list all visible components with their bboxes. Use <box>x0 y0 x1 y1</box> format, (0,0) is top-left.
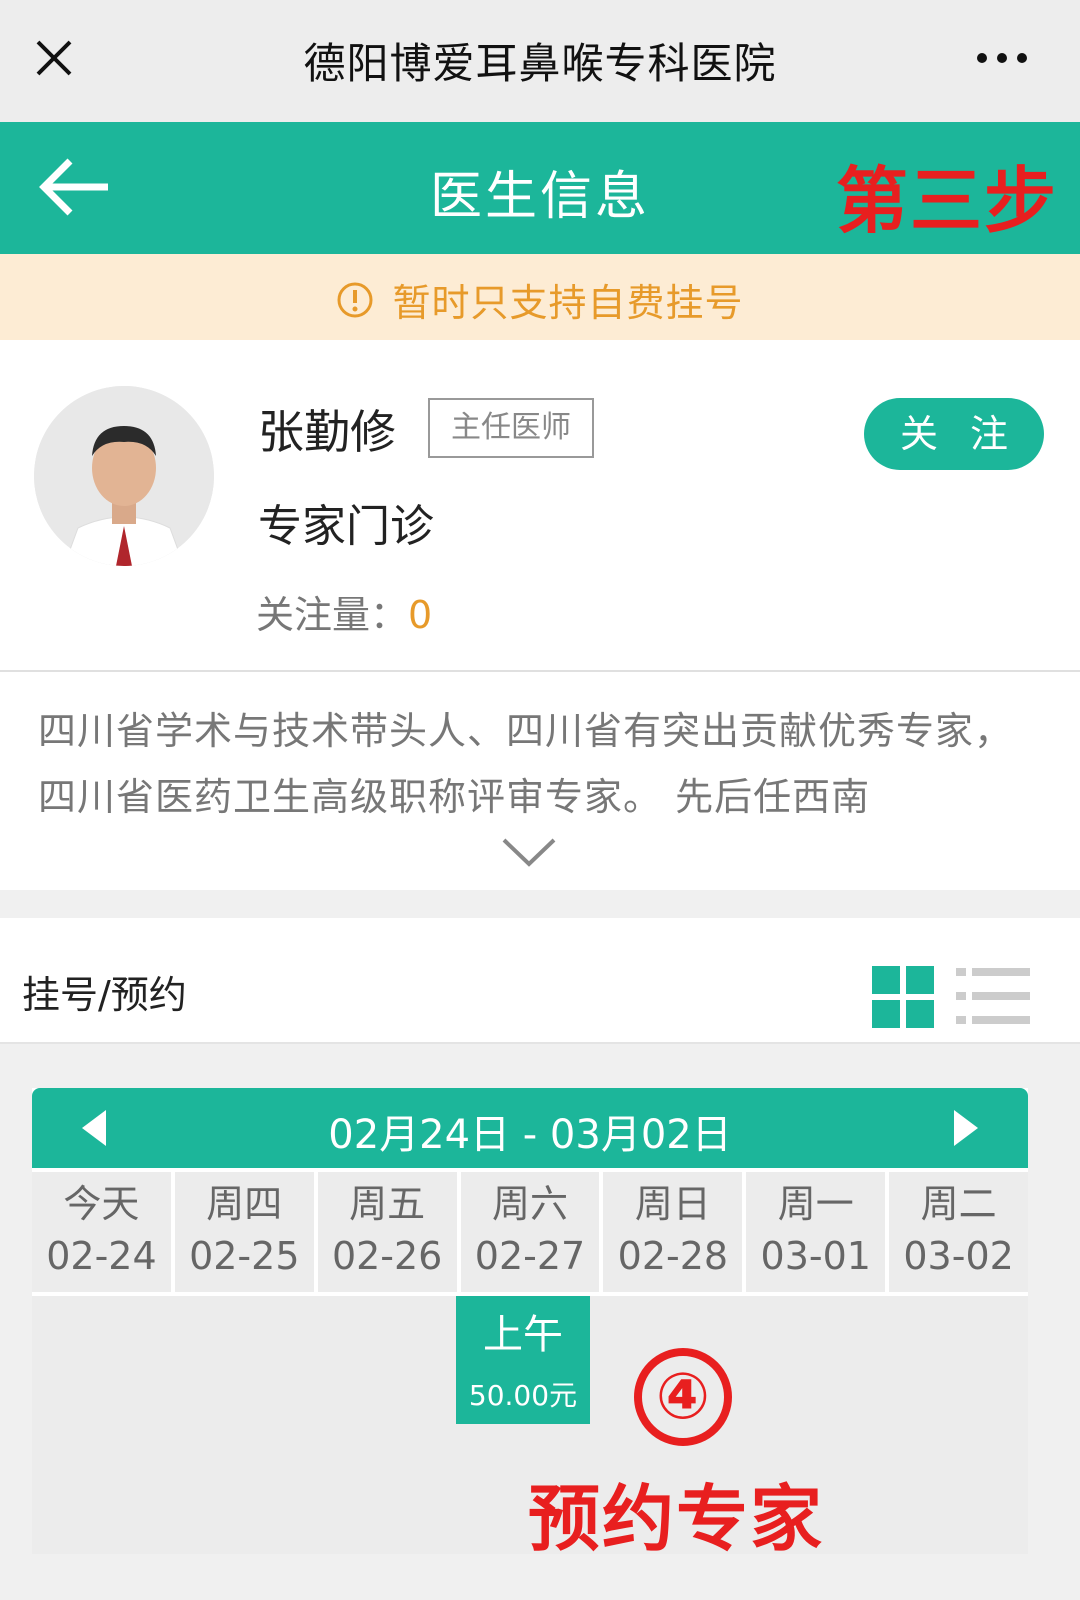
annotation-text: 预约专家 <box>528 1477 825 1561</box>
week-range: 02月24日 - 03月02日 <box>328 1112 732 1158</box>
browser-top-bar: 德阳博爱耳鼻喉专科医院 <box>0 0 1080 122</box>
day-date: 02-26 <box>331 1234 443 1278</box>
doctor-rank-badge: 主任医师 <box>428 398 594 458</box>
day-column[interactable]: 周日 02-28 <box>603 1172 743 1292</box>
window-title: 德阳博爱耳鼻喉专科医院 <box>303 39 777 88</box>
day-date: 02-28 <box>617 1234 729 1278</box>
follow-count-label: 关注量： <box>256 593 409 637</box>
day-date: 03-01 <box>760 1234 871 1278</box>
day-weekday: 周六 <box>492 1182 569 1226</box>
day-weekday: 周四 <box>206 1182 283 1226</box>
notice-banner: 暂时只支持自费挂号 <box>0 254 1080 340</box>
doctor-profile: 张勤修 主任医师 关 注 专家门诊 关注量：0 <box>0 340 1080 670</box>
next-week-icon[interactable] <box>954 1110 978 1146</box>
clinic-type: 专家门诊 <box>258 501 434 552</box>
day-weekday: 周二 <box>920 1182 997 1226</box>
booking-header: 挂号/预约 <box>0 918 1080 1044</box>
follow-button[interactable]: 关 注 <box>864 398 1044 470</box>
chevron-down-icon[interactable] <box>500 836 558 870</box>
day-column[interactable]: 周二 03-02 <box>889 1172 1029 1292</box>
day-weekday: 周日 <box>634 1182 711 1226</box>
day-column[interactable]: 周六 02-27 <box>460 1172 600 1292</box>
day-date: 02-25 <box>189 1234 300 1278</box>
slot-price: 50.00元 <box>468 1379 578 1412</box>
annotation-step-number: ④ <box>634 1348 732 1446</box>
avatar <box>34 386 214 566</box>
day-column[interactable]: 周一 03-01 <box>746 1172 886 1292</box>
day-column[interactable]: 周五 02-26 <box>317 1172 457 1292</box>
follow-count-value: 0 <box>408 593 433 637</box>
step-annotation: 第三步 <box>835 159 1058 243</box>
day-weekday: 周五 <box>349 1182 426 1226</box>
week-selector: 02月24日 - 03月02日 <box>32 1088 1028 1168</box>
day-column[interactable]: 今天 02-24 <box>32 1172 171 1292</box>
day-date: 02-24 <box>46 1234 157 1278</box>
day-date: 02-27 <box>474 1234 586 1278</box>
slot-period: 上午 <box>483 1312 563 1358</box>
day-weekday: 今天 <box>63 1182 140 1226</box>
follow-count: 关注量：0 <box>256 584 432 639</box>
grid-view-icon[interactable] <box>872 966 934 1028</box>
more-icon[interactable] <box>974 46 1030 70</box>
doctor-intro-text: 四川省学术与技术带头人、四川省有突出贡献优秀专家，四川省医药卫生高级职称评审专家… <box>38 709 1014 819</box>
notice-text: 暂时只支持自费挂号 <box>392 281 744 325</box>
day-column[interactable]: 周四 02-25 <box>174 1172 314 1292</box>
doctor-intro: 四川省学术与技术带头人、四川省有突出贡献优秀专家，四川省医药卫生高级职称评审专家… <box>0 670 1080 890</box>
day-date: 03-02 <box>903 1234 1014 1278</box>
booking-title: 挂号/预约 <box>22 973 187 1017</box>
page-header: 医生信息 第三步 <box>0 122 1080 254</box>
doctor-name: 张勤修 <box>258 405 396 459</box>
morning-slot-button[interactable]: 上午 50.00元 <box>456 1296 590 1424</box>
day-weekday: 周一 <box>777 1182 854 1226</box>
day-columns: 今天 02-24 周四 02-25 周五 02-26 周六 02-27 周日 02-28 … <box>32 1172 1029 1292</box>
warning-icon <box>337 282 373 317</box>
list-view-icon[interactable] <box>956 966 1030 1026</box>
